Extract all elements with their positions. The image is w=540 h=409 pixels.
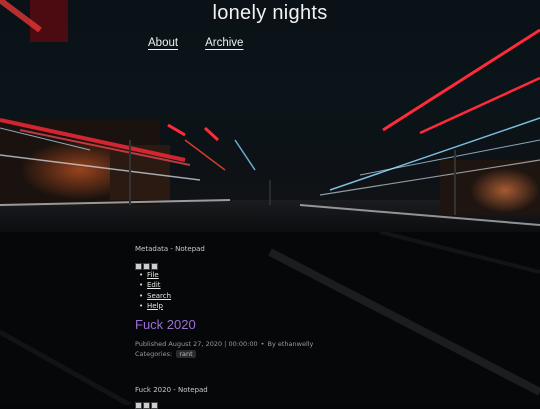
window-title-post: Fuck 2020 - Notepad — [135, 386, 208, 394]
post-categories: Categories: rant — [135, 350, 196, 358]
close-icon[interactable] — [151, 263, 158, 270]
night-road-background — [0, 0, 540, 232]
main-nav: About Archive — [148, 37, 243, 49]
road-background-lines — [0, 232, 540, 405]
maximize-icon[interactable] — [143, 263, 150, 270]
menu-item-search[interactable]: Search — [139, 291, 171, 302]
menu-item-file[interactable]: File — [139, 270, 171, 281]
post-author[interactable]: By ethanwelly — [267, 340, 313, 348]
published-date: Published August 27, 2020 | 00:00:00 — [135, 340, 258, 348]
window-controls-2 — [135, 402, 158, 409]
window-controls — [135, 263, 158, 270]
close-icon[interactable] — [151, 402, 158, 409]
nav-link-archive[interactable]: Archive — [205, 37, 243, 49]
category-tag[interactable]: rant — [176, 350, 196, 358]
post-meta: Published August 27, 2020 | 00:00:00 • By … — [135, 340, 314, 348]
minimize-icon[interactable] — [135, 402, 142, 409]
maximize-icon[interactable] — [143, 402, 150, 409]
categories-label: Categories: — [135, 350, 173, 358]
notepad-menu: File Edit Search Help — [139, 270, 171, 312]
nav-link-about[interactable]: About — [148, 37, 178, 49]
menu-item-help[interactable]: Help — [139, 301, 171, 312]
window-title-metadata: Metadata - Notepad — [135, 245, 205, 253]
site-title[interactable]: lonely nights — [0, 2, 540, 25]
main-content: Metadata - Notepad File Edit Search Help… — [0, 232, 540, 409]
header-hero: lonely nights About Archive — [0, 0, 540, 232]
minimize-icon[interactable] — [135, 263, 142, 270]
post-title[interactable]: Fuck 2020 — [135, 317, 196, 332]
menu-item-edit[interactable]: Edit — [139, 280, 171, 291]
